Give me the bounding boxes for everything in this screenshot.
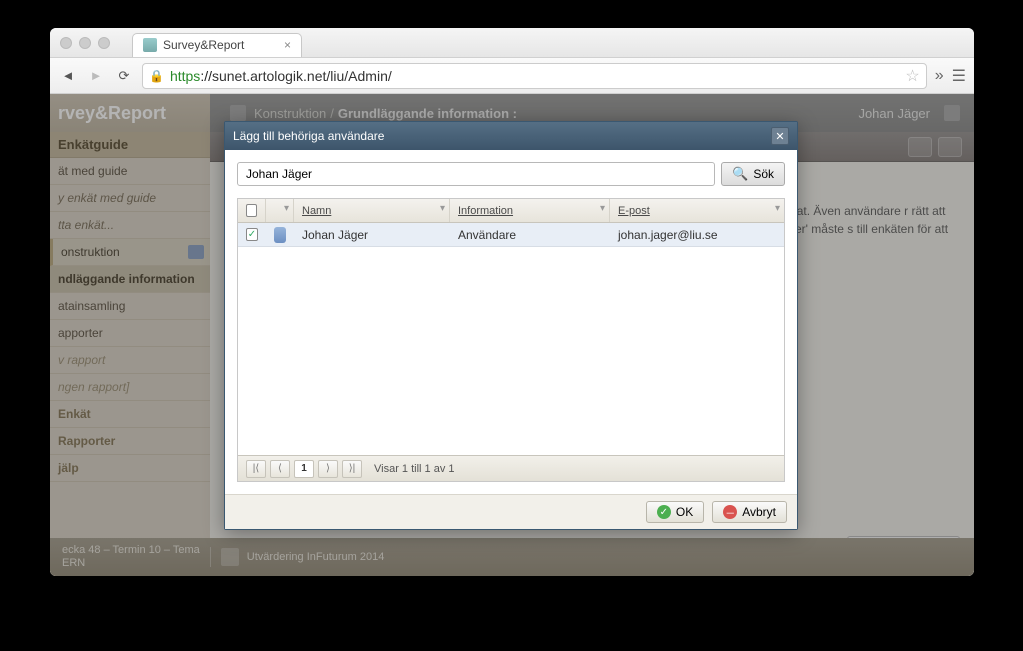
zoom-window-icon[interactable] [98, 37, 110, 49]
check-icon: ✓ [657, 505, 671, 519]
modal-footer: ✓ OK － Avbryt [225, 494, 797, 529]
grid-body: Johan Jäger Användare johan.jager@liu.se [238, 223, 784, 455]
sidebar-section-help[interactable]: jälp [50, 455, 210, 482]
current-user: Johan Jäger [858, 106, 930, 121]
breadcrumb-sep: / [330, 106, 334, 121]
modal-close-button[interactable]: ✕ [771, 127, 789, 145]
help-icon[interactable] [908, 137, 932, 157]
pager-page-1[interactable]: 1 [294, 460, 314, 478]
sidebar-item-from-report[interactable]: v rapport [50, 347, 210, 374]
sidebar-item-basic-info[interactable]: ndläggande information [50, 266, 210, 293]
grid-header: ▾ Namn▾ Information▾ E-post▾ [238, 199, 784, 223]
forward-button[interactable]: ► [86, 66, 106, 86]
back-button[interactable]: ◄ [58, 66, 78, 86]
user-menu-icon[interactable] [944, 105, 960, 121]
sidebar-item-construction[interactable]: onstruktion [50, 239, 210, 266]
cancel-button[interactable]: － Avbryt [712, 501, 787, 523]
address-bar[interactable]: 🔒 https://sunet.artologik.net/liu/Admin/… [142, 63, 927, 89]
toolbar-icon [230, 105, 246, 121]
column-email[interactable]: E-post▾ [610, 199, 784, 222]
modal-title: Lägg till behöriga användare [233, 129, 384, 143]
cell-email: johan.jager@liu.se [610, 228, 784, 242]
sidebar-item-reports[interactable]: apporter [50, 320, 210, 347]
results-grid: ▾ Namn▾ Information▾ E-post▾ Johan Jäger… [237, 198, 785, 482]
bookmark-star-icon[interactable]: ☆ [905, 66, 919, 86]
filter-icon[interactable]: ▾ [440, 203, 445, 214]
breadcrumb-2: Grundläggande information : [338, 106, 517, 121]
traffic-lights [60, 37, 110, 49]
tab-strip: Survey&Report × [132, 29, 302, 57]
column-user-icon[interactable]: ▾ [266, 199, 294, 222]
sidebar-section-survey[interactable]: Enkät [50, 401, 210, 428]
filter-icon[interactable]: ▾ [600, 203, 605, 214]
close-window-icon[interactable] [60, 37, 72, 49]
filter-icon[interactable]: ▾ [775, 203, 780, 214]
modal-titlebar: Lägg till behöriga användare ✕ [225, 122, 797, 150]
row-checkbox[interactable] [246, 228, 258, 241]
search-button[interactable]: 🔍 Sök [721, 162, 785, 186]
search-icon: 🔍 [732, 166, 748, 182]
column-select-all[interactable] [238, 199, 266, 222]
pager-status: Visar 1 till 1 av 1 [374, 463, 455, 475]
minimize-window-icon[interactable] [79, 37, 91, 49]
chrome-menu: » ☰ [935, 66, 966, 86]
cell-name: Johan Jäger [294, 228, 450, 242]
cancel-icon: － [723, 505, 737, 519]
sidebar-item-new-survey-guide[interactable]: y enkät med guide [50, 185, 210, 212]
column-information[interactable]: Information▾ [450, 199, 610, 222]
tab-close-icon[interactable]: × [284, 38, 291, 52]
pager-first-button[interactable]: |⟨ [246, 460, 266, 478]
search-input[interactable] [237, 162, 715, 186]
pager-next-button[interactable]: ⟩ [318, 460, 338, 478]
footer-left-text: ecka 48 – Termin 10 – TemaERN [62, 544, 200, 570]
select-all-checkbox[interactable] [246, 204, 257, 217]
column-name[interactable]: Namn▾ [294, 199, 450, 222]
pager-prev-button[interactable]: ⟨ [270, 460, 290, 478]
favicon-icon [143, 38, 157, 52]
window-titlebar: Survey&Report × [50, 28, 974, 58]
sidebar-item-guide[interactable]: ät med guide [50, 158, 210, 185]
app-logo: rvey&Report [50, 94, 210, 132]
filter-icon[interactable]: ▾ [284, 203, 289, 214]
hamburger-menu-icon[interactable]: ☰ [952, 66, 966, 86]
sidebar-header-guide: Enkätguide [50, 132, 210, 158]
search-row: 🔍 Sök [237, 162, 785, 186]
list-indicator-icon [188, 245, 204, 259]
sidebar: rvey&Report Enkätguide ät med guide y en… [50, 94, 210, 576]
footer-item-icon [221, 548, 239, 566]
tab-title: Survey&Report [163, 38, 244, 52]
url-text: https://sunet.artologik.net/liu/Admin/ [170, 68, 392, 84]
sidebar-item-data-collection[interactable]: atainsamling [50, 293, 210, 320]
nav-bar: ◄ ► ⟳ 🔒 https://sunet.artologik.net/liu/… [50, 58, 974, 94]
sidebar-section-reports[interactable]: Rapporter [50, 428, 210, 455]
bottom-strip: ecka 48 – Termin 10 – TemaERN Utvärderin… [50, 538, 974, 576]
reload-button[interactable]: ⟳ [114, 66, 134, 86]
grid-footer: |⟨ ⟨ 1 ⟩ ⟩| Visar 1 till 1 av 1 [238, 455, 784, 481]
browser-window: Survey&Report × ◄ ► ⟳ 🔒 https://sunet.ar… [50, 28, 974, 576]
footer-right-text: Utvärdering InFuturum 2014 [247, 551, 385, 563]
browser-tab[interactable]: Survey&Report × [132, 33, 302, 57]
ok-button[interactable]: ✓ OK [646, 501, 704, 523]
settings-icon[interactable] [938, 137, 962, 157]
user-avatar-icon [274, 227, 286, 243]
lock-icon: 🔒 [149, 69, 164, 83]
app-area: rvey&Report Enkätguide ät med guide y en… [50, 94, 974, 576]
sidebar-item-create-survey[interactable]: tta enkät... [50, 212, 210, 239]
add-users-modal: Lägg till behöriga användare ✕ 🔍 Sök [224, 121, 798, 530]
pager-last-button[interactable]: ⟩| [342, 460, 362, 478]
cell-information: Användare [450, 228, 610, 242]
breadcrumb-1: Konstruktion [254, 106, 326, 121]
chevron-right-icon[interactable]: » [935, 67, 944, 85]
sidebar-item-no-report[interactable]: ngen rapport] [50, 374, 210, 401]
table-row[interactable]: Johan Jäger Användare johan.jager@liu.se [238, 223, 784, 247]
modal-body: 🔍 Sök ▾ Namn▾ Information▾ E-post▾ [225, 150, 797, 494]
